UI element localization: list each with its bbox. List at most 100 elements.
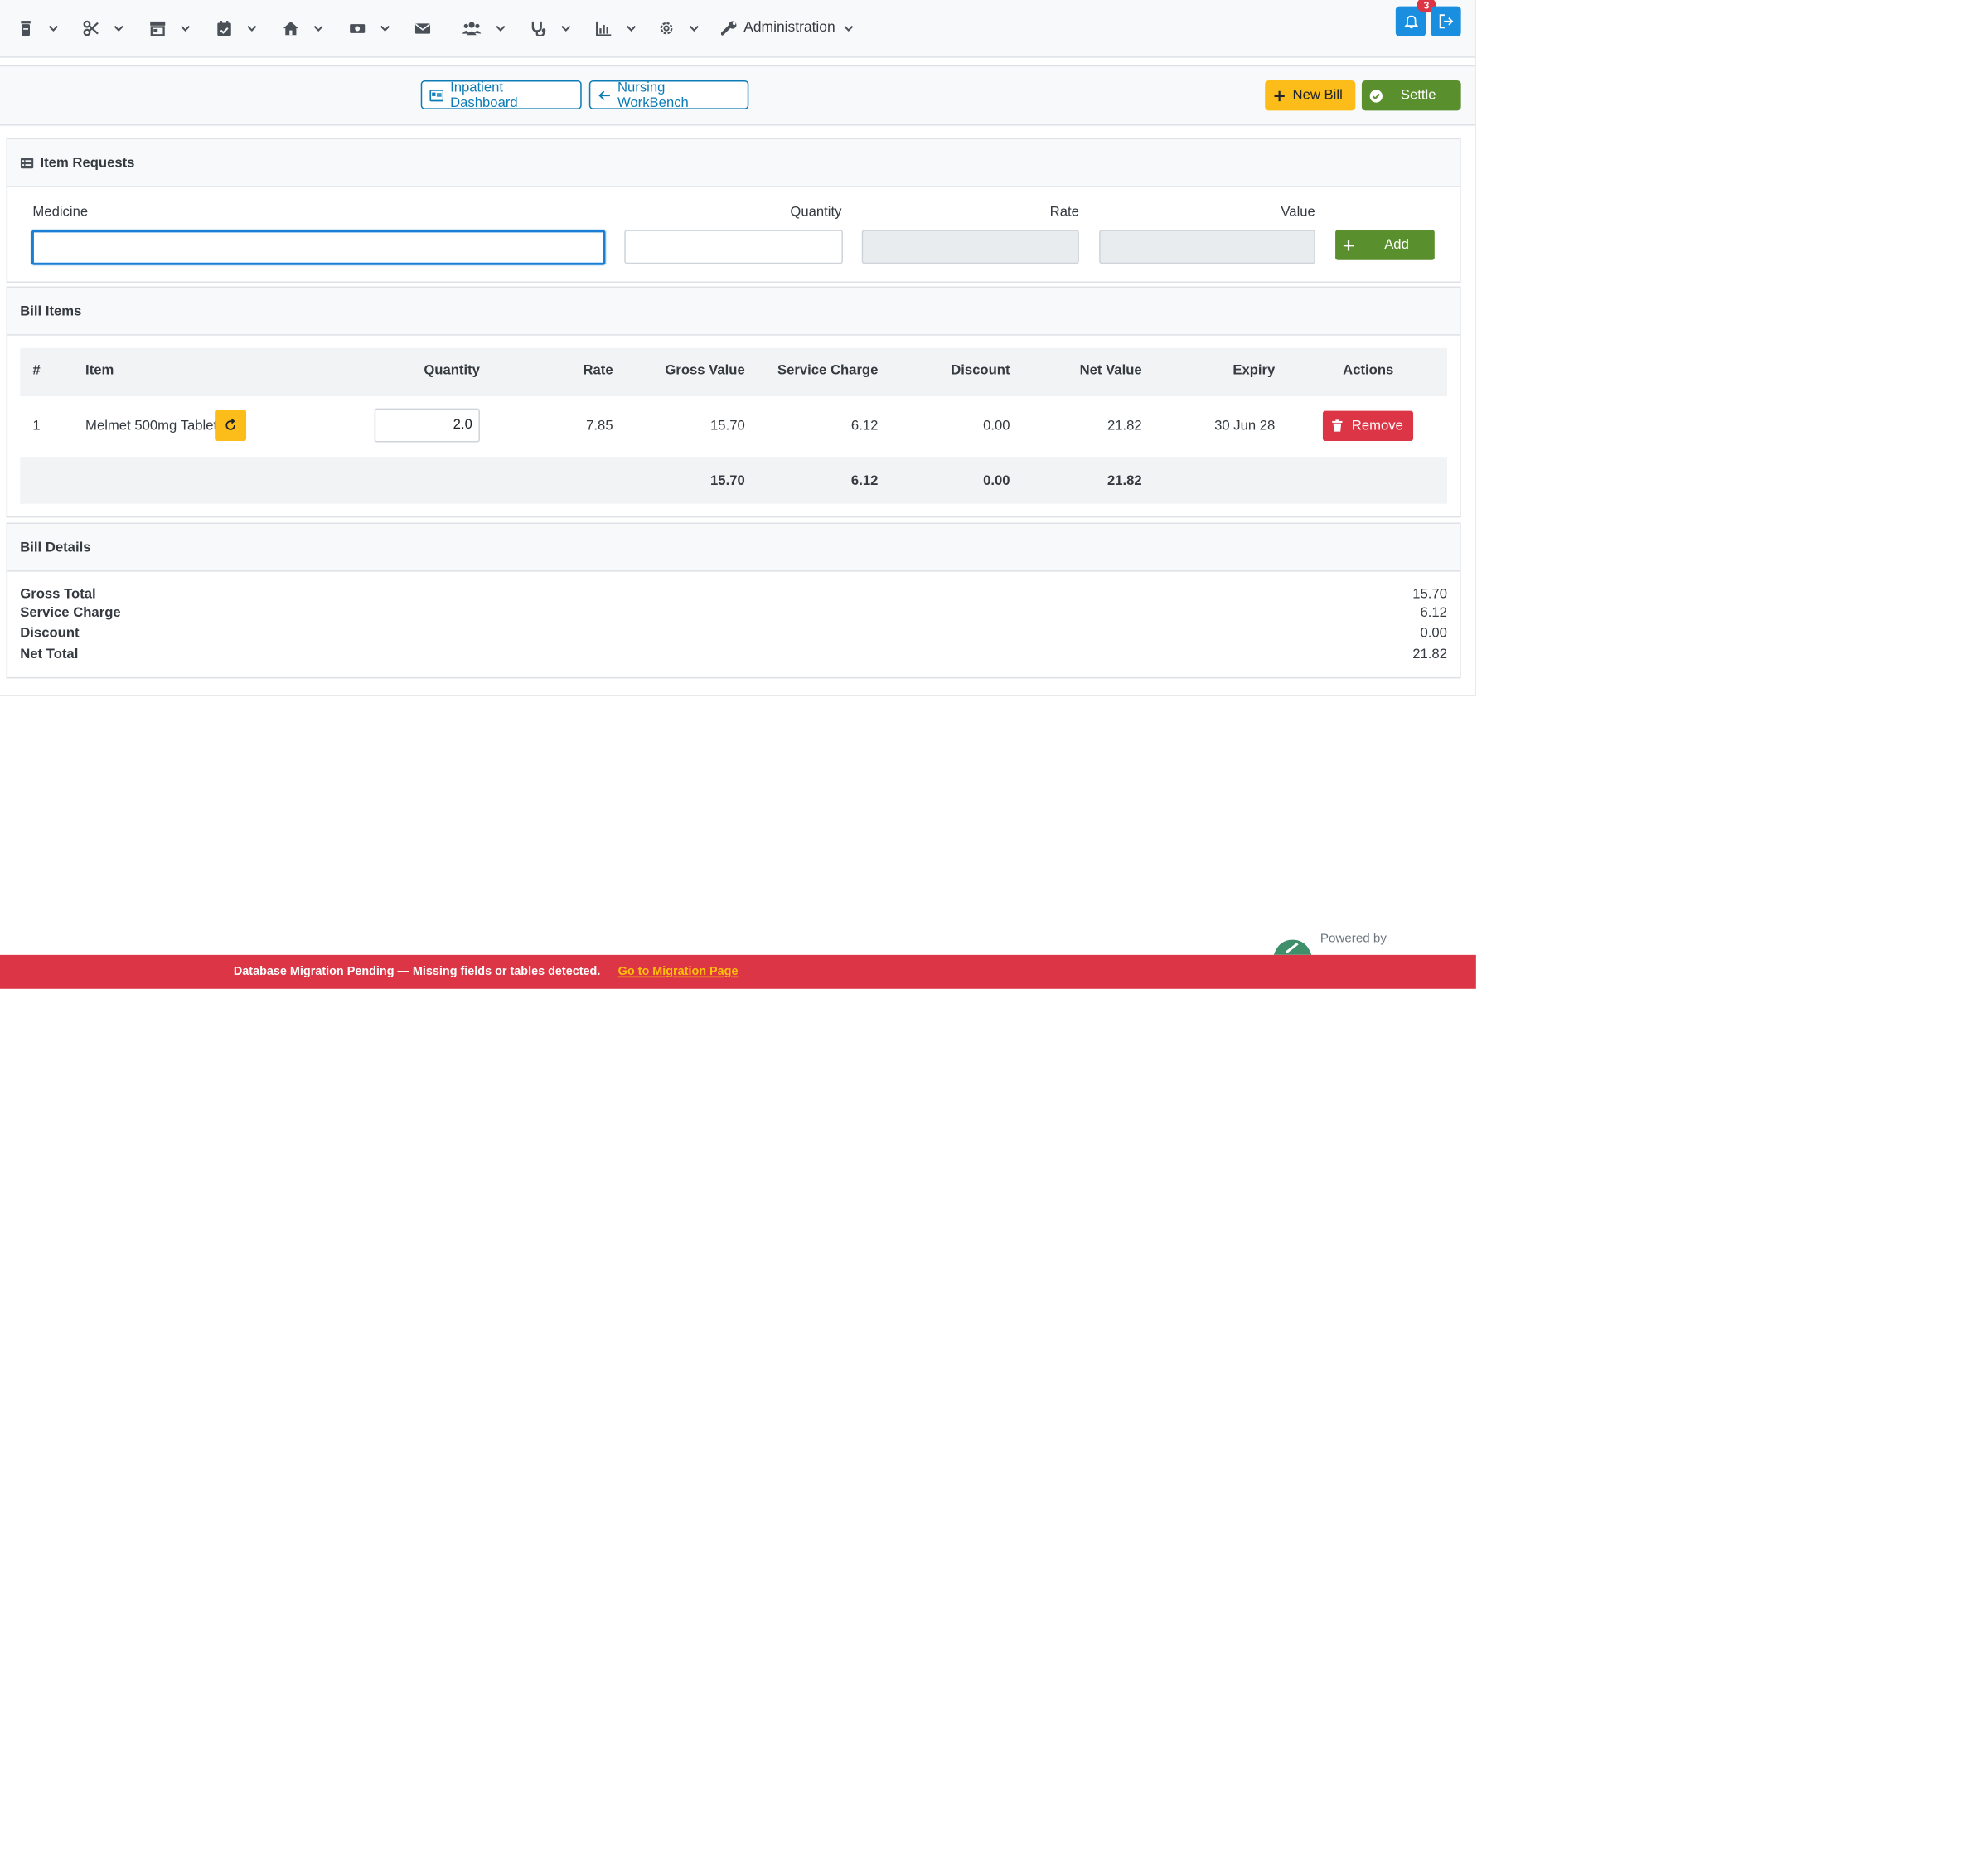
chevron-down-icon — [313, 25, 323, 32]
wrench-icon — [720, 20, 737, 35]
nursing-workbench-label: Nursing WorkBench — [617, 80, 689, 110]
quantity-label: Quantity — [790, 205, 842, 221]
bill-items-header: Bill Items — [7, 288, 1460, 336]
chevron-down-icon — [496, 25, 506, 32]
money-bill-icon — [350, 23, 366, 33]
nav-home-menu[interactable] — [283, 17, 324, 37]
add-item-button[interactable]: Add — [1335, 230, 1435, 260]
quantity-input[interactable] — [624, 230, 843, 264]
nav-settings-menu[interactable] — [658, 17, 700, 37]
scissors-icon — [83, 19, 99, 36]
detail-label: Service Charge — [20, 605, 121, 621]
row-expiry: 30 Jun 28 — [1214, 418, 1276, 434]
detail-value: 21.82 — [1412, 647, 1447, 662]
nursing-workbench-button[interactable]: Nursing WorkBench — [588, 80, 749, 110]
detail-net-total: Net Total 21.82 — [20, 647, 1447, 662]
detail-service-charge: Service Charge 6.12 — [20, 606, 1447, 621]
bill-details-title: Bill Details — [20, 539, 91, 555]
col-service-charge: Service Charge — [777, 363, 879, 379]
pill-bottle-icon — [21, 20, 31, 36]
nav-appointments-menu[interactable] — [216, 17, 258, 37]
plus-icon — [1274, 90, 1285, 101]
value-input — [1099, 230, 1315, 264]
inpatient-dashboard-label: Inpatient Dashboard — [450, 80, 518, 110]
remove-label: Remove — [1351, 418, 1403, 434]
home-icon — [283, 21, 298, 35]
rate-input — [861, 230, 1079, 264]
detail-discount: Discount 0.00 — [20, 626, 1447, 641]
detail-label: Gross Total — [20, 586, 96, 602]
col-index: # — [32, 363, 41, 379]
chevron-down-icon — [181, 25, 191, 32]
action-toolbar: Inpatient Dashboard Nursing WorkBench Ne… — [0, 65, 1475, 126]
users-icon — [462, 21, 482, 35]
nav-theatre-menu[interactable] — [83, 17, 124, 37]
administration-label: Administration — [743, 20, 835, 36]
nav-reports-menu[interactable] — [595, 17, 637, 37]
stethoscope-icon — [531, 21, 546, 36]
detail-value: 15.70 — [1412, 586, 1447, 602]
migration-warning-banner: Database Migration Pending — Missing fie… — [0, 954, 1476, 989]
chevron-down-icon — [689, 25, 699, 32]
nav-messages[interactable] — [414, 17, 431, 37]
detail-value: 0.00 — [1420, 625, 1447, 641]
inpatient-dashboard-button[interactable]: Inpatient Dashboard — [420, 80, 582, 110]
vendor-logo-icon — [1273, 939, 1312, 955]
migration-page-link[interactable]: Go to Migration Page — [618, 965, 739, 979]
detail-label: Discount — [20, 625, 80, 641]
medicine-label: Medicine — [32, 205, 89, 221]
table-row: 1 Melmet 500mg Tablet 2.0 7.85 15.70 6.1… — [20, 395, 1447, 459]
store-icon — [150, 21, 166, 36]
nav-users-menu[interactable] — [462, 17, 506, 37]
refresh-icon — [225, 419, 235, 430]
refresh-item-button[interactable] — [215, 410, 247, 441]
detail-gross-total: Gross Total 15.70 — [20, 587, 1447, 602]
medicine-input[interactable] — [31, 230, 606, 265]
powered-by-text: Powered by — [1320, 932, 1387, 947]
bill-items-title: Bill Items — [20, 303, 82, 319]
col-expiry: Expiry — [1232, 363, 1276, 379]
col-discount: Discount — [951, 363, 1010, 379]
detail-label: Net Total — [20, 647, 79, 662]
item-requests-title: Item Requests — [40, 155, 135, 171]
value-label: Value — [1281, 205, 1315, 221]
id-card-icon — [429, 89, 444, 101]
nav-payments-menu[interactable] — [349, 17, 390, 37]
col-item: Item — [85, 363, 114, 379]
chevron-down-icon — [561, 25, 571, 32]
row-index: 1 — [32, 418, 41, 434]
item-requests-header: Item Requests — [7, 139, 1460, 187]
nav-clinical-menu[interactable] — [530, 17, 572, 37]
nav-store-menu[interactable] — [149, 17, 191, 37]
row-gross-value: 15.70 — [710, 418, 745, 434]
bill-details-header: Bill Details — [7, 524, 1460, 572]
rate-label: Rate — [1049, 205, 1079, 221]
migration-message: Database Migration Pending — Missing fie… — [233, 964, 601, 979]
total-discount: 0.00 — [983, 473, 1010, 489]
nav-pharmacy-menu[interactable] — [17, 17, 59, 37]
plus-icon — [1343, 240, 1354, 250]
chevron-down-icon — [247, 25, 257, 32]
new-bill-button[interactable]: New Bill — [1265, 80, 1356, 111]
row-rate: 7.85 — [586, 418, 613, 434]
col-rate: Rate — [583, 363, 613, 379]
settle-button[interactable]: Settle — [1361, 80, 1461, 111]
remove-item-button[interactable]: Remove — [1322, 410, 1414, 441]
row-quantity-input[interactable]: 2.0 — [374, 408, 480, 443]
row-service-charge: 6.12 — [850, 418, 879, 434]
col-quantity: Quantity — [424, 363, 480, 379]
total-net-value: 21.82 — [1107, 473, 1142, 489]
chevron-down-icon — [48, 25, 58, 32]
settle-label: Settle — [1400, 88, 1436, 104]
col-actions: Actions — [1343, 363, 1394, 379]
check-circle-icon — [1369, 89, 1383, 102]
list-icon — [20, 158, 34, 168]
bill-items-table-header: # Item Quantity Rate Gross Value Service… — [20, 347, 1447, 396]
bar-chart-icon — [596, 21, 612, 36]
logout-button[interactable] — [1431, 6, 1461, 36]
trash-icon — [1332, 419, 1343, 432]
gear-icon — [660, 21, 673, 34]
envelope-icon — [414, 22, 431, 33]
calendar-check-icon — [217, 20, 231, 36]
nav-administration-menu[interactable]: Administration — [720, 17, 854, 37]
